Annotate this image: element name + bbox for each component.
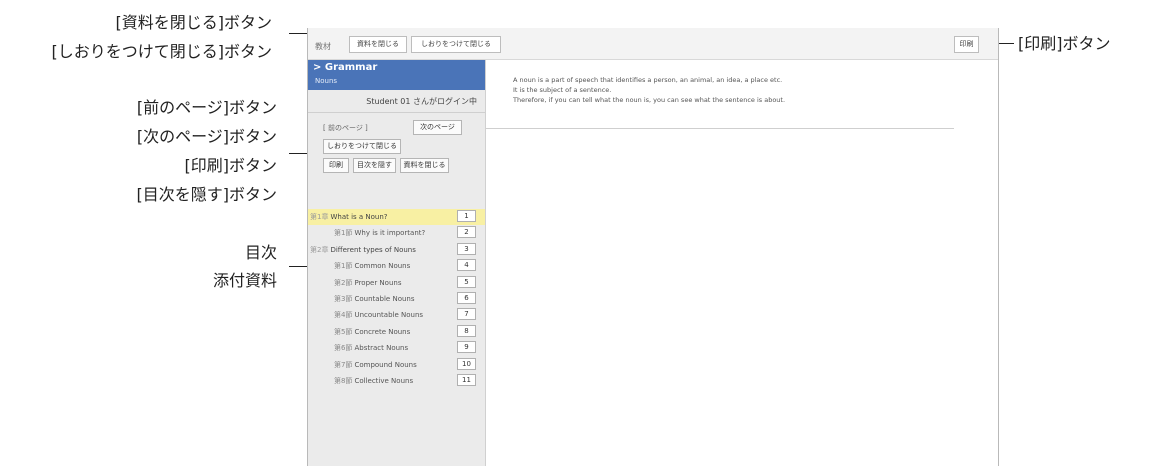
- toc-item[interactable]: 第7節 Compound Nouns: [334, 360, 417, 370]
- print-button[interactable]: 印刷: [954, 36, 979, 53]
- toc-page-button[interactable]: 10: [457, 357, 476, 370]
- annotation-line-top-left: [289, 33, 307, 34]
- toc-item[interactable]: 第1節 Why is it important?: [334, 228, 425, 238]
- section-header: > Grammar Nouns: [308, 60, 485, 90]
- toc-item-title: What is a Noun?: [330, 213, 388, 221]
- annotation-prev-page: [前のページ]ボタン: [136, 98, 277, 117]
- annotation-close-material: [資料を閉じる]ボタン: [115, 13, 273, 32]
- toc-page-button[interactable]: 2: [457, 226, 476, 239]
- toc-item-title: Compound Nouns: [354, 360, 417, 369]
- toc-item-title: Collective Nouns: [354, 377, 414, 385]
- top-toolbar: 教材 資料を閉じる しおりをつけて閉じる 印刷: [308, 28, 998, 60]
- toc-item-title: Different types of Nouns: [330, 245, 416, 254]
- toc-item-title: Abstract Nouns: [354, 344, 409, 353]
- toc-page-button[interactable]: 5: [457, 275, 476, 288]
- content-divider: [486, 128, 954, 129]
- toc-item[interactable]: 第4節 Uncountable Nouns: [334, 310, 423, 320]
- toc-item-title: Uncountable Nouns: [354, 311, 424, 320]
- content-line: Therefore, if you can tell what the noun…: [513, 96, 786, 104]
- annotation-bookmark-close: [しおりをつけて閉じる]ボタン: [51, 42, 273, 61]
- toc-item-number: 第2章: [310, 245, 329, 254]
- tab-label: 教材: [315, 42, 331, 51]
- toc-item-title: Common Nouns: [354, 262, 411, 271]
- content-line: It is the subject of a sentence.: [513, 86, 612, 94]
- toc-item-title: Why is it important?: [354, 229, 426, 238]
- next-page-button[interactable]: 次のページ: [413, 120, 462, 135]
- toc-item-number: 第7節: [334, 360, 353, 369]
- annotation-attachments: 添付資料: [212, 271, 277, 290]
- toc-item[interactable]: 第2章 Different types of Nouns: [310, 245, 416, 255]
- section-subtitle: Nouns: [315, 77, 338, 85]
- toc-item[interactable]: 第5節 Concrete Nouns: [334, 327, 410, 337]
- toc-page-button[interactable]: 4: [457, 259, 476, 272]
- toc-page-button[interactable]: 6: [457, 292, 476, 304]
- main-content: A noun is a part of speech that identifi…: [513, 75, 785, 105]
- toc-item-title: Countable Nouns: [354, 295, 415, 303]
- toc-item[interactable]: 第8節 Collective Nouns: [334, 376, 413, 386]
- close-material-button[interactable]: 資料を閉じる: [349, 36, 407, 53]
- toc-item-number: 第4節: [334, 311, 353, 320]
- toc-item[interactable]: 第3節 Countable Nouns: [334, 294, 415, 304]
- toc-page-button[interactable]: 1: [457, 210, 476, 222]
- bookmark-close-button[interactable]: しおりをつけて閉じる: [323, 139, 401, 154]
- content-line: A noun is a part of speech that identifi…: [513, 76, 783, 84]
- bookmark-close-button[interactable]: しおりをつけて閉じる: [411, 36, 501, 53]
- toc-page-button[interactable]: 7: [457, 308, 476, 321]
- section-title[interactable]: > Grammar: [313, 62, 377, 73]
- toc-page-button[interactable]: 9: [457, 341, 476, 354]
- toc-item-number: 第1節: [334, 229, 353, 238]
- login-status: Student 01 さんがログイン中: [366, 97, 477, 106]
- toc-item-number: 第2節: [334, 278, 353, 287]
- print-button[interactable]: 印刷: [323, 158, 349, 173]
- toc-item-title: Concrete Nouns: [354, 327, 411, 336]
- toc-item-title: Proper Nouns: [354, 278, 402, 287]
- toc-item[interactable]: 第1章 What is a Noun?: [310, 212, 388, 222]
- toc-item-number: 第1節: [334, 262, 353, 271]
- toc-item[interactable]: 第2節 Proper Nouns: [334, 278, 401, 288]
- hide-toc-button[interactable]: 目次を隠す: [353, 158, 396, 173]
- toc-item-number: 第3節: [334, 295, 353, 303]
- prev-page-button[interactable]: [ 前のページ ]: [323, 123, 368, 133]
- close-material-button[interactable]: 資料を閉じる: [400, 158, 449, 173]
- toc-item-number: 第6節: [334, 344, 353, 353]
- toc-page-button[interactable]: 11: [457, 374, 476, 386]
- annotation-next-page: [次のページ]ボタン: [136, 127, 277, 146]
- divider: [308, 112, 485, 113]
- toc-item[interactable]: 第6節 Abstract Nouns: [334, 343, 408, 353]
- annotation-print-top: [印刷]ボタン: [1018, 34, 1111, 53]
- annotation-toc: 目次: [244, 243, 277, 262]
- toc-item[interactable]: 第1節 Common Nouns: [334, 261, 410, 271]
- toc-item-number: 第5節: [334, 327, 353, 336]
- toc-item-number: 第8節: [334, 377, 353, 385]
- annotation-hide-toc: [目次を隠す]ボタン: [136, 185, 278, 204]
- toc-page-button[interactable]: 3: [457, 242, 476, 255]
- toc-item-number: 第1章: [310, 213, 329, 221]
- app-window: 教材 資料を閉じる しおりをつけて閉じる 印刷 > Grammar Nouns …: [307, 28, 999, 466]
- toc-page-button[interactable]: 8: [457, 324, 476, 337]
- sidebar: > Grammar Nouns Student 01 さんがログイン中 [ 前の…: [308, 60, 486, 466]
- annotation-print-side: [印刷]ボタン: [184, 156, 278, 175]
